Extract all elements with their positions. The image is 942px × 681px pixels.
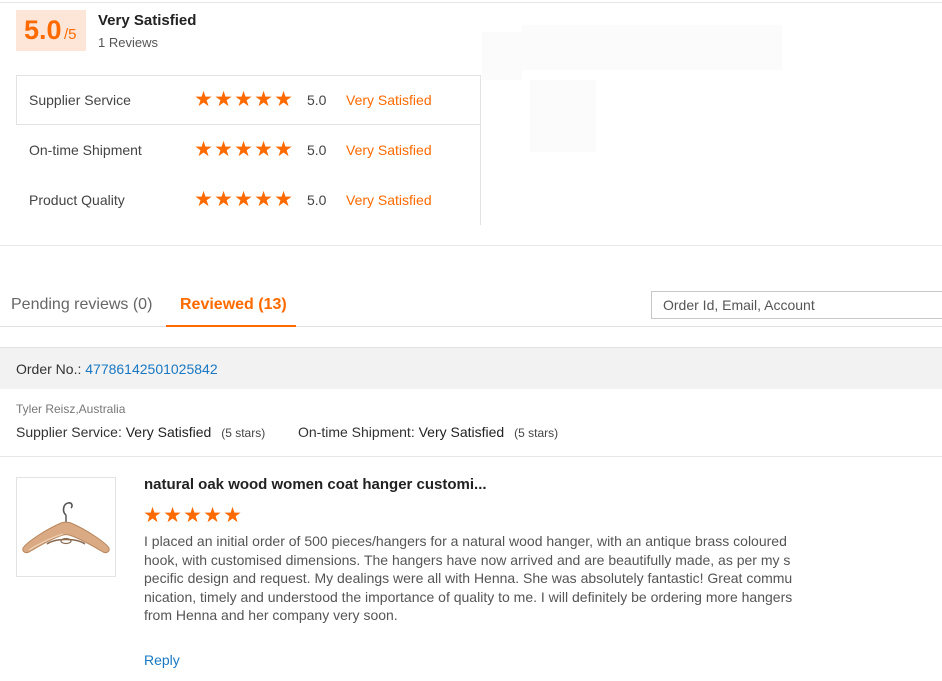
star-icon: ★ <box>234 88 253 111</box>
tab-reviewed[interactable]: Reviewed (13) <box>180 296 287 314</box>
star-icon: ★ <box>274 138 293 161</box>
shipment-label: On-time Shipment: <box>298 424 415 440</box>
star-icon: ★ <box>274 88 293 111</box>
overall-score: 5.0 <box>24 15 62 45</box>
rating-score: 5.0 <box>307 92 327 108</box>
search-input[interactable] <box>651 291 942 319</box>
review-divider <box>0 456 942 457</box>
shipment-value: Very Satisfied <box>418 424 505 440</box>
rating-row-supplier-service: Supplier Service ★ ★ ★ ★ ★ 5.0 Very Satisfie… <box>16 75 481 125</box>
star-icon: ★ <box>163 504 182 527</box>
star-icon: ★ <box>274 188 293 211</box>
order-number-link[interactable]: 47786142501025842 <box>85 361 217 377</box>
review-stars: ★ ★ ★ ★ ★ <box>143 504 242 527</box>
review-tabs: Pending reviews (0) Reviewed (13) <box>0 280 942 328</box>
star-icon: ★ <box>214 188 233 211</box>
overall-rating-text: Very Satisfied <box>98 12 197 29</box>
rating-label: On-time Shipment <box>29 142 142 158</box>
star-icon: ★ <box>194 138 213 161</box>
star-icon: ★ <box>194 88 213 111</box>
rating-label: Product Quality <box>29 192 125 208</box>
order-number: Order No.: 47786142501025842 <box>16 361 218 377</box>
tab-pending-reviews[interactable]: Pending reviews (0) <box>11 296 152 314</box>
star-icon: ★ <box>203 504 222 527</box>
top-divider <box>0 2 942 3</box>
rating-text: Very Satisfied <box>346 192 432 208</box>
order-header: Order No.: 47786142501025842 <box>0 347 942 389</box>
star-icon: ★ <box>183 504 202 527</box>
star-icon: ★ <box>254 88 273 111</box>
section-divider <box>0 245 942 246</box>
rating-row-product-quality: Product Quality ★ ★ ★ ★ ★ 5.0 Very Satisfied <box>16 175 481 225</box>
active-tab-indicator <box>166 325 296 327</box>
star-icon: ★ <box>234 138 253 161</box>
star-icon: ★ <box>234 188 253 211</box>
star-icon: ★ <box>254 138 273 161</box>
rating-stars: ★ ★ ★ ★ ★ <box>194 138 293 161</box>
star-icon: ★ <box>254 188 273 211</box>
overall-score-max: /5 <box>64 26 77 43</box>
review-text: I placed an initial order of 500 pieces/… <box>144 533 793 623</box>
rating-stars: ★ ★ ★ ★ ★ <box>194 88 293 111</box>
supplier-service-stars: (5 stars) <box>221 426 266 440</box>
shipment-rating: On-time Shipment: Very Satisfied (5 star… <box>298 424 558 440</box>
tabs-divider <box>0 326 942 327</box>
product-thumbnail[interactable] <box>16 477 116 577</box>
shipment-stars: (5 stars) <box>514 426 559 440</box>
blank-panel <box>482 20 782 160</box>
rating-row-on-time-shipment: On-time Shipment ★ ★ ★ ★ ★ 5.0 Very Satisfie… <box>16 125 481 175</box>
rating-score: 5.0 <box>307 192 327 208</box>
product-title-link[interactable]: natural oak wood women coat hanger custo… <box>144 476 487 493</box>
star-icon: ★ <box>223 504 242 527</box>
star-icon: ★ <box>214 88 233 111</box>
star-icon: ★ <box>214 138 233 161</box>
rating-text: Very Satisfied <box>346 92 432 108</box>
star-icon: ★ <box>194 188 213 211</box>
buyer-info: Tyler Reisz,Australia <box>16 402 126 416</box>
rating-label: Supplier Service <box>29 92 131 108</box>
wooden-hanger-image <box>17 478 115 576</box>
supplier-service-rating: Supplier Service: Very Satisfied (5 star… <box>16 424 265 440</box>
supplier-service-label: Supplier Service: <box>16 424 122 440</box>
review-count: 1 Reviews <box>98 35 158 50</box>
reply-link[interactable]: Reply <box>144 652 180 668</box>
rating-score: 5.0 <box>307 142 327 158</box>
star-icon: ★ <box>143 504 162 527</box>
rating-text: Very Satisfied <box>346 142 432 158</box>
overall-score-badge: 5.0 /5 <box>16 10 86 51</box>
order-number-label: Order No.: <box>16 361 82 377</box>
rating-stars: ★ ★ ★ ★ ★ <box>194 188 293 211</box>
rating-breakdown: Supplier Service ★ ★ ★ ★ ★ 5.0 Very Satisfie… <box>16 75 481 225</box>
supplier-service-value: Very Satisfied <box>125 424 212 440</box>
